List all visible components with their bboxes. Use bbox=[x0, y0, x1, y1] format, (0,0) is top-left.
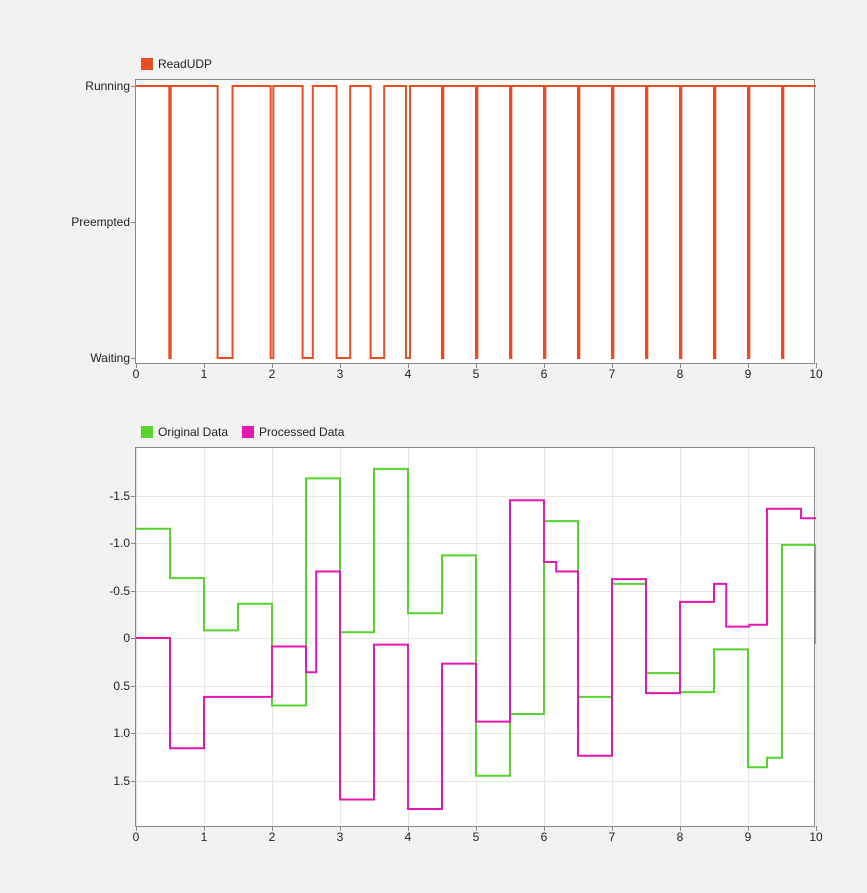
legend-swatch-icon bbox=[141, 58, 153, 70]
chart-2-line-icon bbox=[136, 448, 816, 828]
x-tick-label: 9 bbox=[745, 363, 752, 381]
chart-2: Original Data Processed Data 1.51.00.50-… bbox=[135, 425, 807, 845]
y-tick-label: 0.5 bbox=[113, 679, 136, 693]
x-tick-label: 2 bbox=[269, 363, 276, 381]
x-tick-label: 3 bbox=[337, 363, 344, 381]
y-tick-label: 1.5 bbox=[113, 774, 136, 788]
x-tick-label: 5 bbox=[473, 363, 480, 381]
x-tick-label: 10 bbox=[809, 363, 822, 381]
y-tick-label: 1.0 bbox=[113, 726, 136, 740]
x-tick-label: 10 bbox=[809, 826, 822, 844]
x-tick-label: 4 bbox=[405, 363, 412, 381]
chart-1-legend: ReadUDP bbox=[141, 57, 212, 71]
legend-label: Processed Data bbox=[259, 425, 344, 439]
page: { "chart_data": [ { "type": "line", "ste… bbox=[0, 0, 867, 893]
x-tick-label: 4 bbox=[405, 826, 412, 844]
x-tick-label: 8 bbox=[677, 363, 684, 381]
x-tick-label: 6 bbox=[541, 826, 548, 844]
chart-1: ReadUDP Running Preempted Waiting 012345… bbox=[135, 35, 807, 385]
y-tick-label: Running bbox=[85, 79, 136, 93]
legend-label: ReadUDP bbox=[158, 57, 212, 71]
legend-swatch-icon bbox=[141, 426, 153, 438]
x-tick-label: 3 bbox=[337, 826, 344, 844]
x-tick-label: 1 bbox=[201, 363, 208, 381]
legend-swatch-icon bbox=[242, 426, 254, 438]
chart-1-plot-area: Running Preempted Waiting 012345678910 bbox=[135, 79, 815, 364]
x-tick-label: 5 bbox=[473, 826, 480, 844]
y-tick-label: Waiting bbox=[90, 351, 136, 365]
legend-label: Original Data bbox=[158, 425, 228, 439]
x-tick-label: 2 bbox=[269, 826, 276, 844]
x-tick-label: 8 bbox=[677, 826, 684, 844]
y-tick-label: -1.5 bbox=[109, 489, 136, 503]
chart-2-plot-area: 1.51.00.50-0.5-1.0-1.5 012345678910 bbox=[135, 447, 815, 827]
y-tick-label: -1.0 bbox=[109, 536, 136, 550]
y-tick-label: Preempted bbox=[71, 215, 136, 229]
x-tick-label: 9 bbox=[745, 826, 752, 844]
x-tick-label: 7 bbox=[609, 826, 616, 844]
x-tick-label: 0 bbox=[133, 826, 140, 844]
legend-item-original: Original Data bbox=[141, 425, 228, 439]
legend-item-readudp: ReadUDP bbox=[141, 57, 212, 71]
x-tick-label: 1 bbox=[201, 826, 208, 844]
chart-2-legend: Original Data Processed Data bbox=[141, 425, 344, 439]
chart-1-line-icon bbox=[136, 80, 816, 365]
y-tick-label: 0 bbox=[123, 631, 136, 645]
x-tick-label: 0 bbox=[133, 363, 140, 381]
x-tick-label: 6 bbox=[541, 363, 548, 381]
x-tick-label: 7 bbox=[609, 363, 616, 381]
y-tick-label: -0.5 bbox=[109, 584, 136, 598]
legend-item-processed: Processed Data bbox=[242, 425, 344, 439]
